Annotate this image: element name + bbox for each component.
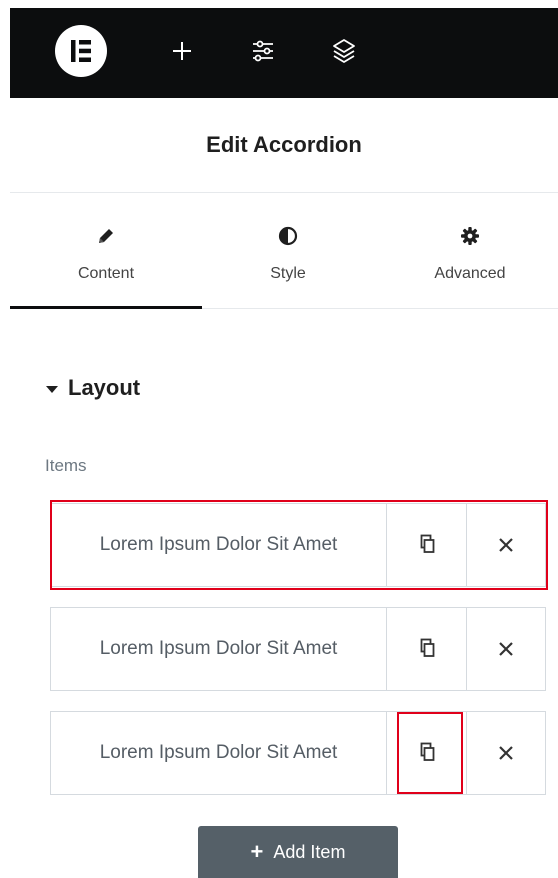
close-icon xyxy=(499,746,513,760)
repeater-item-title[interactable]: Lorem Ipsum Dolor Sit Amet xyxy=(51,608,387,690)
remove-button[interactable] xyxy=(467,608,545,690)
remove-button[interactable] xyxy=(467,712,545,794)
highlight-box xyxy=(397,712,463,794)
repeater-item: Lorem Ipsum Dolor Sit Amet xyxy=(50,711,546,795)
sliders-icon[interactable] xyxy=(243,31,283,71)
add-item-label: Add Item xyxy=(273,841,346,862)
section-toggle-layout[interactable]: Layout xyxy=(46,368,140,408)
panel-title: Edit Accordion xyxy=(10,98,558,193)
repeater-item-title[interactable]: Lorem Ipsum Dolor Sit Amet xyxy=(51,712,387,794)
tab-advanced[interactable]: Advanced xyxy=(374,193,558,307)
pencil-icon xyxy=(99,229,113,243)
caret-down-icon xyxy=(46,385,58,393)
elementor-logo-icon[interactable] xyxy=(55,25,107,77)
section-title: Layout xyxy=(68,375,141,400)
tab-style[interactable]: Style xyxy=(192,193,384,307)
add-item-button[interactable]: + Add Item xyxy=(198,826,398,878)
editor-topbar xyxy=(10,8,558,98)
highlight-box xyxy=(50,500,548,590)
plus-icon: + xyxy=(250,839,264,864)
half-circle-icon xyxy=(278,226,298,246)
duplicate-icon xyxy=(420,638,434,657)
tab-content-label: Content xyxy=(77,265,135,282)
tab-content[interactable]: Content xyxy=(10,193,202,309)
tab-style-label: Style xyxy=(270,265,306,282)
duplicate-button[interactable] xyxy=(387,608,467,690)
repeater-item: Lorem Ipsum Dolor Sit Amet xyxy=(50,607,546,691)
plus-icon[interactable] xyxy=(162,31,202,71)
layers-icon[interactable] xyxy=(324,31,364,71)
tab-advanced-label: Advanced xyxy=(434,265,506,282)
gear-icon xyxy=(461,227,479,245)
close-icon xyxy=(499,642,513,656)
panel-tabs: Content Style Advanced xyxy=(10,193,558,309)
repeater-label: Items xyxy=(45,456,87,475)
